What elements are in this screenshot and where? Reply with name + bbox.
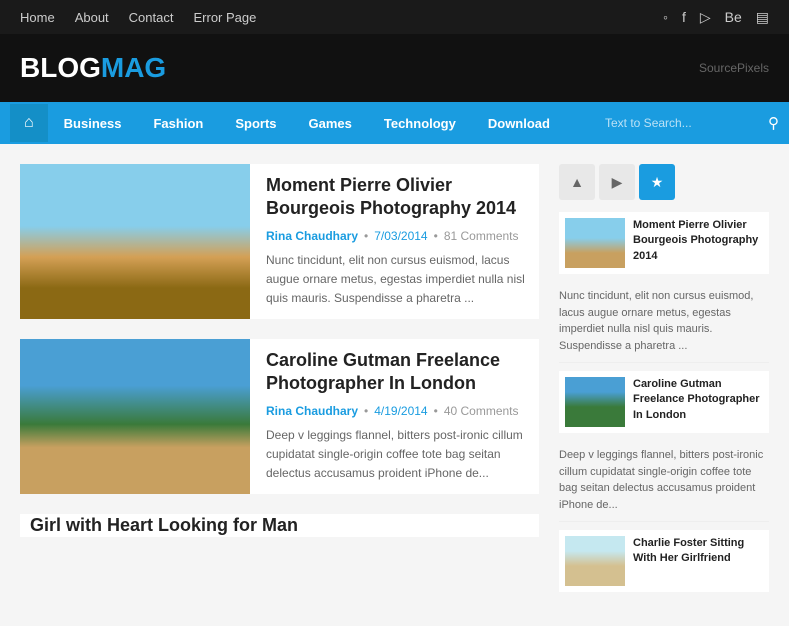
article-excerpt-2: Deep v leggings flannel, bitters post-ir… (266, 426, 529, 484)
sidebar-post-content-1: Moment Pierre Olivier Bourgeois Photogra… (633, 218, 763, 268)
sidebar-post-2: Caroline Gutman Freelance Photographer I… (559, 371, 769, 433)
sidebar-tab-video[interactable]: ▶ (599, 164, 635, 200)
article-meta-2: Rina Chaudhary • 4/19/2014 • 40 Comments (266, 404, 529, 418)
article-date-1: 7/03/2014 (374, 229, 427, 243)
main-nav: ⌂ Business Fashion Sports Games Technolo… (0, 102, 789, 144)
header: BLOGMAG SourcePixels (0, 34, 789, 102)
logo: BLOGMAG (20, 52, 166, 84)
top-nav-links: Home About Contact Error Page (20, 10, 256, 25)
article-content-1: Moment Pierre Olivier Bourgeois Photogra… (266, 164, 539, 319)
article-title-3[interactable]: Girl with Heart Looking for Man (20, 514, 539, 537)
nav-search: ⚲ (605, 114, 779, 132)
behance-icon[interactable]: Be (725, 9, 742, 25)
nav-technology[interactable]: Technology (368, 104, 472, 143)
sidebar-tabs: ▲ ▶ ★ (559, 164, 769, 200)
article-title-2[interactable]: Caroline Gutman Freelance Photographer I… (266, 349, 529, 396)
facebook-icon[interactable]: f (682, 9, 686, 25)
sidebar-excerpt-2: Deep v leggings flannel, bitters post-ir… (559, 447, 769, 513)
top-nav-icons: ◦ f ▷ Be ▤ (663, 9, 769, 26)
sidebar-image-1 (565, 218, 625, 268)
sidebar-excerpt-1: Nunc tincidunt, elit non cursus euismod,… (559, 288, 769, 354)
nav-sports[interactable]: Sports (219, 104, 292, 143)
main-nav-links: Business Fashion Sports Games Technology… (48, 104, 605, 143)
nav-business[interactable]: Business (48, 104, 138, 143)
sidebar-post-title-2[interactable]: Caroline Gutman Freelance Photographer I… (633, 377, 763, 423)
home-nav-icon[interactable]: ⌂ (10, 104, 48, 142)
sidebar-post-content-3: Charlie Foster Sitting With Her Girlfrie… (633, 536, 763, 586)
sidebar-image-3 (565, 536, 625, 586)
nav-download[interactable]: Download (472, 104, 566, 143)
source-label: SourcePixels (699, 61, 769, 75)
logo-mag: MAG (101, 52, 166, 83)
pinterest-icon[interactable]: ▷ (700, 9, 711, 26)
article-title-1[interactable]: Moment Pierre Olivier Bourgeois Photogra… (266, 174, 529, 221)
logo-blog: BLOG (20, 52, 101, 83)
article-card: Moment Pierre Olivier Bourgeois Photogra… (20, 164, 539, 319)
sidebar-tab-star[interactable]: ★ (639, 164, 675, 200)
globe-icon[interactable]: ◦ (663, 9, 668, 25)
camera-icon[interactable]: ▤ (756, 9, 769, 26)
nav-fashion[interactable]: Fashion (137, 104, 219, 143)
search-icon[interactable]: ⚲ (768, 114, 779, 132)
article-author-2: Rina Chaudhary (266, 404, 358, 418)
sidebar-thumb-2 (565, 377, 625, 427)
sidebar-divider-1 (559, 362, 769, 363)
article-image-2 (20, 339, 250, 494)
nav-contact[interactable]: Contact (129, 10, 174, 25)
article-comments-1: 81 Comments (444, 229, 519, 243)
article-content-2: Caroline Gutman Freelance Photographer I… (266, 339, 539, 494)
sidebar-image-2 (565, 377, 625, 427)
article-comments-2: 40 Comments (444, 404, 519, 418)
article-card-2: Caroline Gutman Freelance Photographer I… (20, 339, 539, 494)
article-author-1: Rina Chaudhary (266, 229, 358, 243)
sidebar-post-title-1[interactable]: Moment Pierre Olivier Bourgeois Photogra… (633, 218, 763, 264)
nav-games[interactable]: Games (293, 104, 368, 143)
article-thumb-1 (20, 164, 250, 319)
search-input[interactable] (605, 116, 760, 130)
sidebar-post-3: Charlie Foster Sitting With Her Girlfrie… (559, 530, 769, 592)
content-area: Moment Pierre Olivier Bourgeois Photogra… (0, 144, 789, 626)
sidebar-post-title-3[interactable]: Charlie Foster Sitting With Her Girlfrie… (633, 536, 763, 567)
article-excerpt-1: Nunc tincidunt, elit non cursus euismod,… (266, 251, 529, 309)
article-image-1 (20, 164, 250, 319)
sidebar-post-1: Moment Pierre Olivier Bourgeois Photogra… (559, 212, 769, 274)
main-column: Moment Pierre Olivier Bourgeois Photogra… (20, 164, 539, 606)
article-date-2: 4/19/2014 (374, 404, 427, 418)
sidebar-tab-tag[interactable]: ▲ (559, 164, 595, 200)
nav-error-page[interactable]: Error Page (193, 10, 256, 25)
sidebar-thumb-1 (565, 218, 625, 268)
article-meta-1: Rina Chaudhary • 7/03/2014 • 81 Comments (266, 229, 529, 243)
nav-home[interactable]: Home (20, 10, 55, 25)
nav-about[interactable]: About (75, 10, 109, 25)
sidebar-post-content-2: Caroline Gutman Freelance Photographer I… (633, 377, 763, 427)
sidebar-thumb-3 (565, 536, 625, 586)
sidebar: ▲ ▶ ★ Moment Pierre Olivier Bourgeois Ph… (559, 164, 769, 606)
sidebar-divider-2 (559, 521, 769, 522)
article-thumb-2 (20, 339, 250, 494)
article-card-3: Girl with Heart Looking for Man (20, 514, 539, 537)
top-nav: Home About Contact Error Page ◦ f ▷ Be ▤ (0, 0, 789, 34)
